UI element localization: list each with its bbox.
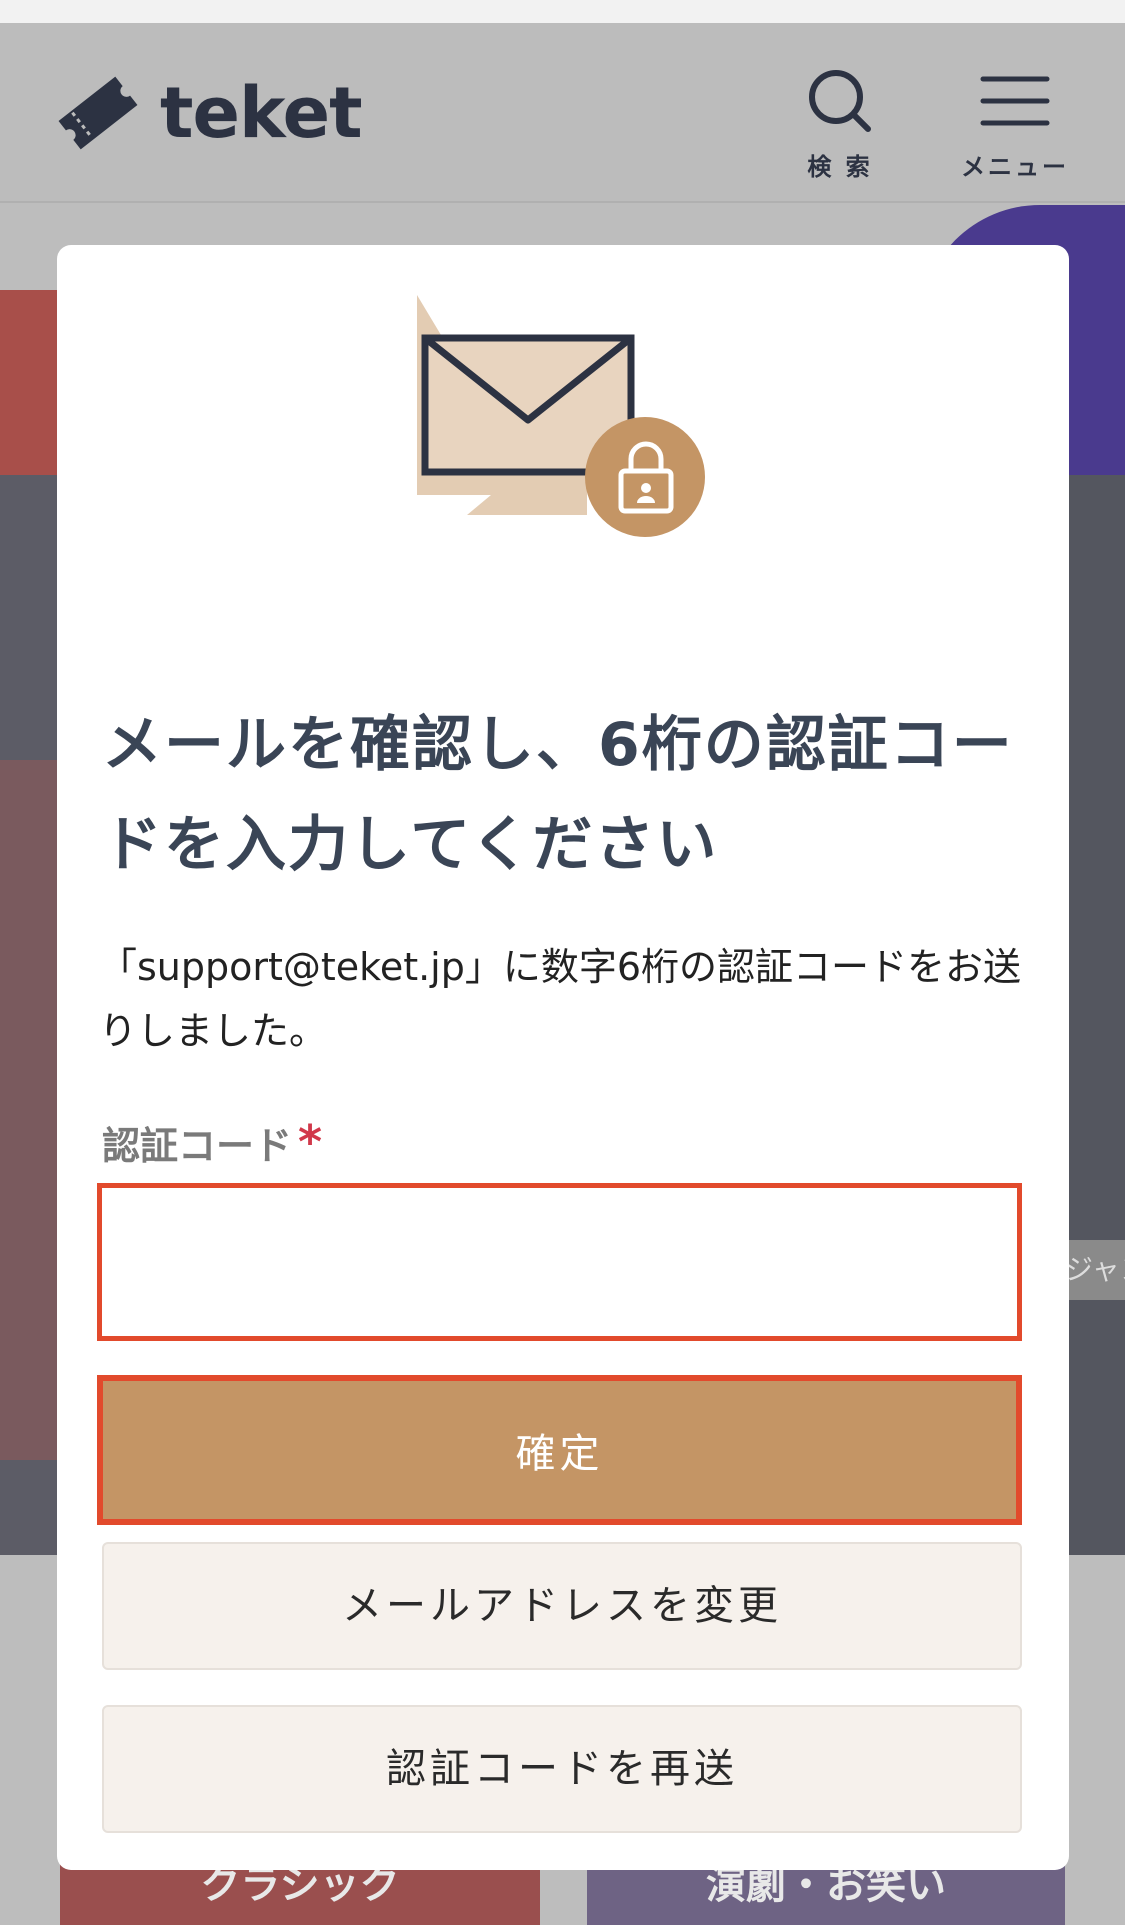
background-image-right xyxy=(1065,475,1125,1555)
menu-label: メニュー xyxy=(961,153,1069,181)
menu-button[interactable]: メニュー xyxy=(950,65,1080,182)
modal-description: 「support@teket.jp」に数字6桁の認証コードをお送りしました。 xyxy=(99,945,1022,1053)
mail-lock-illustration xyxy=(417,295,705,537)
ticket-logo-icon xyxy=(58,76,138,150)
required-mark: * xyxy=(298,1115,323,1169)
code-input-highlight xyxy=(97,1183,1022,1341)
change-email-button[interactable]: メールアドレスを変更 xyxy=(102,1542,1022,1670)
browser-top-strip xyxy=(0,0,1125,23)
search-button[interactable]: 検 索 xyxy=(780,65,900,182)
logo[interactable]: teket xyxy=(48,63,363,163)
confirm-button-highlight: 確定 xyxy=(97,1375,1022,1525)
site-header: teket 検 索 メニュー xyxy=(0,23,1125,203)
confirm-button[interactable]: 確定 xyxy=(103,1381,1016,1519)
logo-text: teket xyxy=(160,72,363,154)
background-image-left-accent xyxy=(0,760,60,1460)
verification-modal: メールを確認し、6桁の認証コードを入力してください 「support@teket… xyxy=(57,245,1069,1870)
modal-title: メールを確認し、6桁の認証コードを入力してください xyxy=(102,710,1014,880)
search-label: 検 索 xyxy=(807,153,873,181)
lock-icon xyxy=(585,417,705,537)
background-genre-tab: ジャン xyxy=(1065,1240,1125,1300)
verification-code-input[interactable] xyxy=(102,1188,1017,1336)
search-icon xyxy=(809,70,871,132)
hamburger-menu-icon xyxy=(980,76,1050,126)
page: ジャン クラシック 演劇・お笑い teket 検 索 xyxy=(0,0,1125,1925)
code-field-label-text: 認証コード xyxy=(102,1124,293,1168)
resend-code-button[interactable]: 認証コードを再送 xyxy=(102,1705,1022,1833)
code-field-label: 認証コード * xyxy=(102,1115,322,1170)
